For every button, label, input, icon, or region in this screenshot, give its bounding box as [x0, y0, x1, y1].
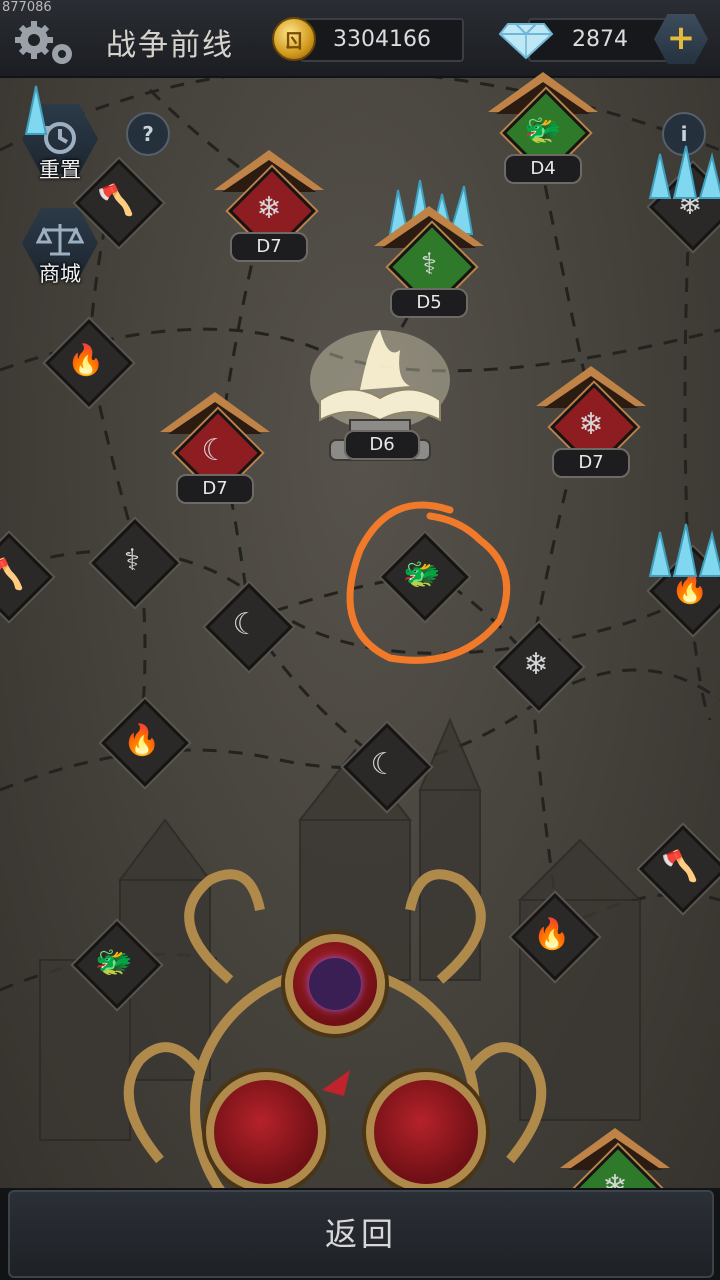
ability-slot-right[interactable] — [366, 1072, 486, 1192]
axe-icon: 🪓 — [97, 182, 135, 218]
top-bar: 877086 战争前线 3304166 ㄖ 2874 + — [0, 0, 720, 78]
ability-slot-left[interactable] — [206, 1072, 326, 1192]
axe-icon: 🪓 — [0, 556, 25, 592]
node-fire[interactable]: 🔥 — [45, 319, 133, 407]
node-axe-right[interactable]: 🪓 — [639, 825, 720, 913]
node-d7-moon[interactable]: ☾ D7 — [160, 392, 270, 522]
open-book-icon — [310, 330, 450, 461]
crystal-cluster-icon — [648, 145, 720, 199]
node-axe[interactable]: 🪓 — [75, 159, 163, 247]
node-moon-2[interactable]: ☾ — [343, 723, 431, 811]
node-d5-staff[interactable]: ⚕ D5 — [374, 206, 484, 336]
moon-icon: ☾ — [370, 746, 398, 782]
bottom-bar: 返回 — [0, 1188, 720, 1280]
level-label: D6 — [344, 430, 420, 460]
node-d7-snowflake[interactable]: ❄ D7 — [214, 150, 324, 280]
help-button[interactable]: ? — [126, 112, 170, 156]
level-label: D4 — [504, 154, 582, 184]
node-fire-2[interactable]: 🔥 — [101, 699, 189, 787]
fire-icon: 🔥 — [123, 722, 161, 758]
crystal-cluster-icon — [648, 523, 720, 577]
gem-value: 2874 — [572, 27, 628, 52]
equipped-slot[interactable] — [285, 934, 385, 1034]
node-moon[interactable]: ☾ — [205, 583, 293, 671]
dark-helmet-icon — [309, 958, 361, 1010]
debug-id: 877086 — [2, 0, 52, 15]
settings-gear-icon[interactable] — [8, 18, 80, 70]
spellbook-node-d6[interactable]: D6 — [300, 320, 460, 490]
level-label: D7 — [230, 232, 308, 262]
shop-label: 商城 — [39, 262, 81, 286]
gold-value: 3304166 — [333, 27, 431, 52]
page-title: 战争前线 — [106, 28, 234, 63]
level-label: D7 — [176, 474, 254, 504]
level-label: D7 — [552, 448, 630, 478]
node-staff[interactable]: ⚕ — [91, 519, 179, 607]
highlight-circle — [346, 501, 511, 664]
node-d7-snowflake-right[interactable]: ❄ D7 — [536, 366, 646, 496]
node-axe-left[interactable]: 🪓 — [0, 533, 53, 621]
ability-wheel — [100, 860, 570, 1192]
back-button[interactable]: 返回 — [8, 1190, 714, 1278]
diamond-gem-icon — [498, 23, 554, 60]
staff-icon: ⚕ — [123, 542, 141, 578]
crystal-cluster-icon — [24, 85, 48, 135]
help-label: ? — [142, 122, 154, 146]
axe-icon: 🪓 — [661, 848, 699, 884]
moon-icon: ☾ — [232, 606, 260, 642]
fire-icon: 🔥 — [67, 342, 105, 378]
level-label: D5 — [390, 288, 468, 318]
gold-coin-icon: ㄖ — [272, 17, 316, 61]
gold-counter: 3304166 — [300, 18, 464, 62]
node-d4-dragon[interactable]: 🐲 D4 — [488, 72, 598, 202]
